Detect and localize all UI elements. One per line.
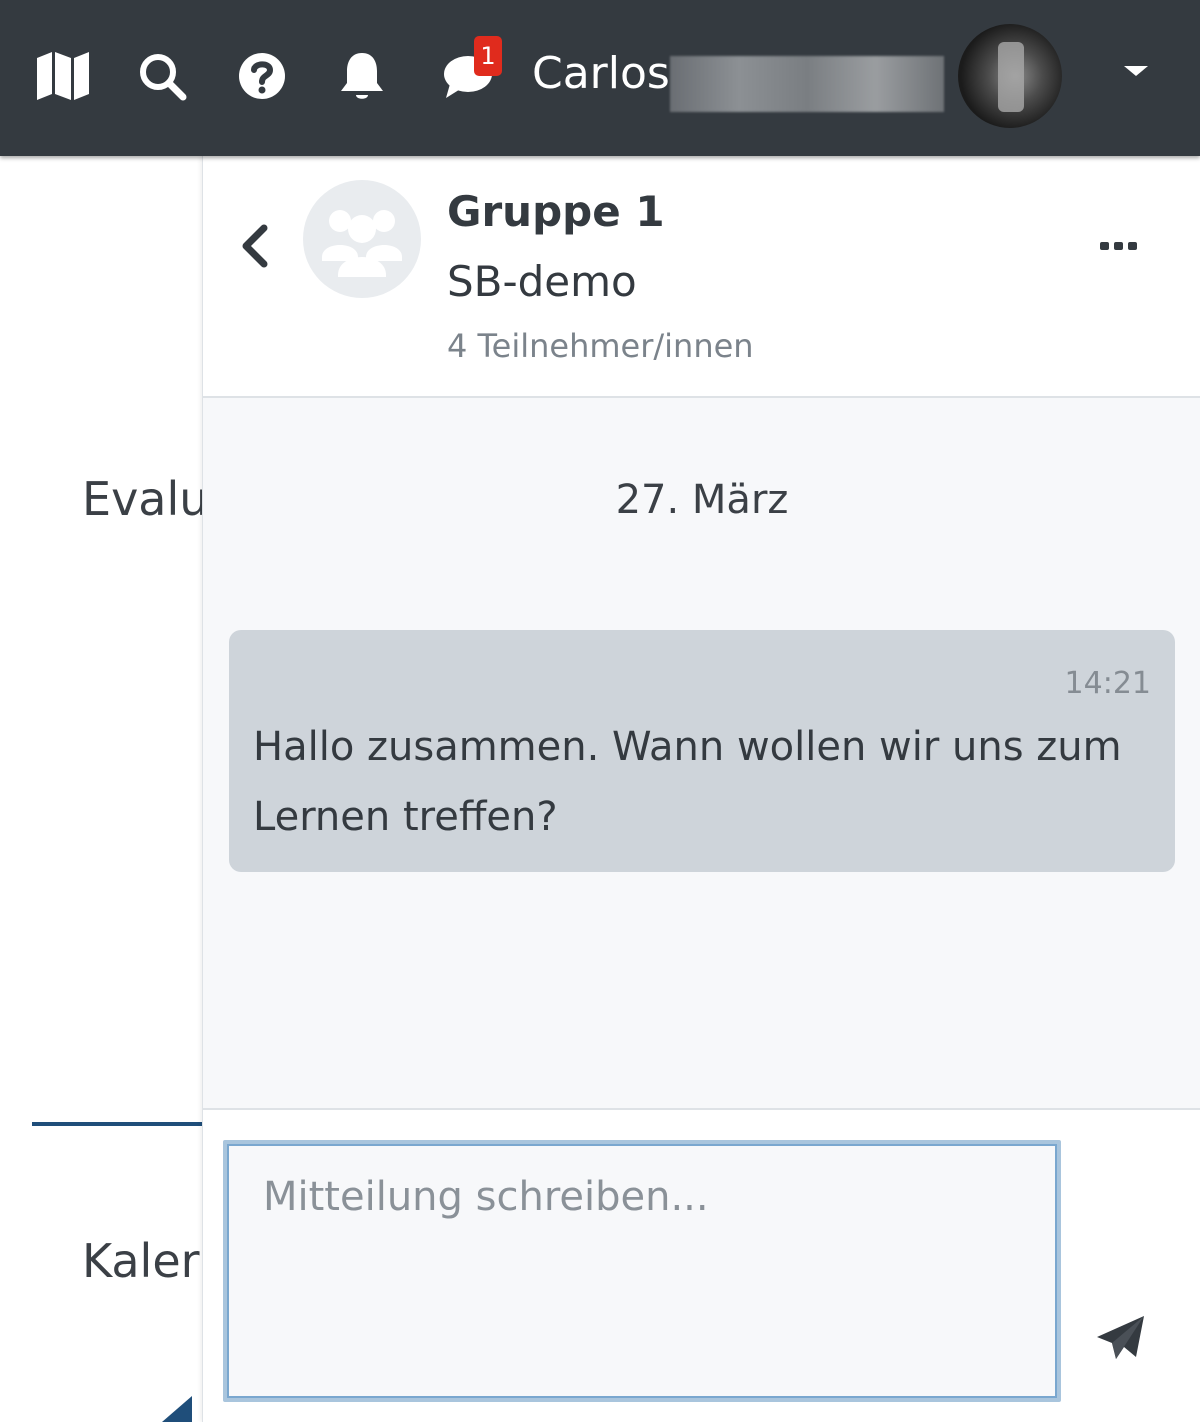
send-button[interactable]	[1089, 1306, 1153, 1370]
ellipsis-icon	[1100, 242, 1137, 250]
user-surname-redacted	[670, 56, 944, 112]
top-navbar: 1 Carlos	[0, 0, 1200, 156]
bell-icon[interactable]	[334, 48, 390, 104]
group-avatar	[303, 180, 421, 298]
notification-badge: 1	[474, 36, 502, 76]
search-icon[interactable]	[134, 48, 190, 104]
user-avatar[interactable]	[958, 24, 1062, 128]
message-composer	[203, 1108, 1200, 1422]
conversation-header: Gruppe 1 SB-demo 4 Teilnehmer/innen	[203, 156, 1200, 398]
help-icon[interactable]	[234, 48, 290, 104]
paper-plane-icon	[1097, 1316, 1144, 1359]
message-input[interactable]	[227, 1144, 1057, 1398]
message-text: Hallo zusammen. Wann wollen wir uns zum …	[253, 724, 1122, 840]
map-icon[interactable]	[35, 48, 91, 104]
group-icon	[322, 210, 402, 277]
message-time: 14:21	[1064, 666, 1151, 701]
background-decoration	[162, 1396, 192, 1422]
conversation-subtitle: SB-demo	[447, 257, 637, 306]
back-button[interactable]	[233, 218, 277, 274]
more-options-button[interactable]	[1095, 226, 1143, 266]
member-count[interactable]: 4 Teilnehmer/innen	[447, 324, 754, 368]
background-nav-item[interactable]: Kaler	[82, 1234, 200, 1288]
background-nav-item[interactable]: Evalu	[82, 472, 208, 526]
message-input-wrapper	[223, 1140, 1061, 1402]
conversation-title: Gruppe 1	[447, 187, 665, 236]
user-name[interactable]: Carlos	[532, 46, 670, 102]
date-separator: 27. März	[615, 477, 789, 523]
chevron-left-icon	[242, 224, 268, 268]
user-menu-caret-icon[interactable]	[1124, 66, 1148, 76]
message-bubble: 14:21 Hallo zusammen. Wann wollen wir un…	[229, 630, 1175, 872]
background-divider	[32, 1122, 208, 1126]
message-drawer: Gruppe 1 SB-demo 4 Teilnehmer/innen 27. …	[202, 156, 1200, 1422]
